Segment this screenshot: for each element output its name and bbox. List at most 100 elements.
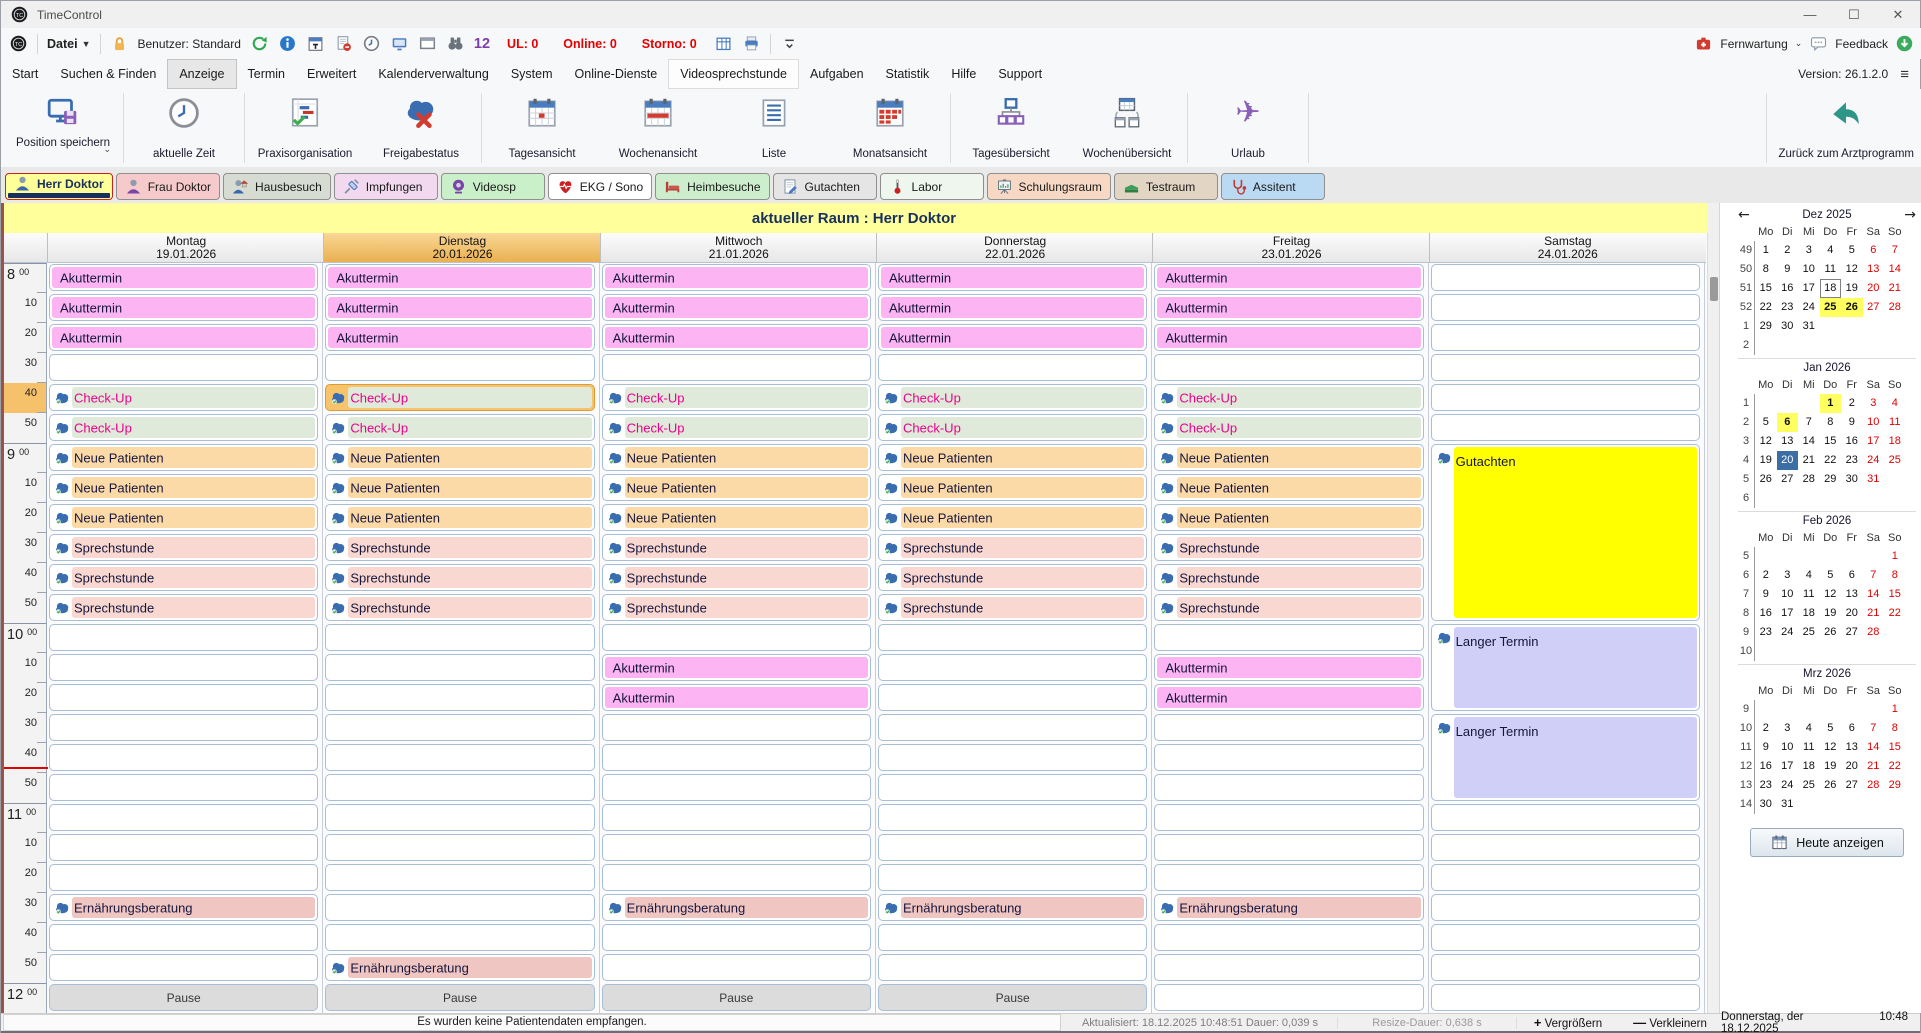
calendar-day[interactable]: 2 xyxy=(1841,394,1863,413)
calendar-day[interactable]: 25 xyxy=(1798,776,1820,795)
appointment-sprechstunde[interactable]: Sprechstunde xyxy=(1154,594,1423,621)
feedback-button[interactable]: Feedback xyxy=(1835,37,1888,51)
appointment-sprechstunde[interactable]: Sprechstunde xyxy=(49,594,318,621)
empty-slot[interactable] xyxy=(325,774,594,801)
info-icon[interactable] xyxy=(278,34,297,53)
appointment-check-up[interactable]: Check-Up xyxy=(1154,414,1423,441)
appointment-check-up[interactable]: Check-Up xyxy=(602,414,871,441)
appointment-sprechstunde[interactable]: Sprechstunde xyxy=(878,564,1147,591)
empty-slot[interactable] xyxy=(878,684,1147,711)
calendar-day[interactable]: 2 xyxy=(1755,719,1777,738)
empty-slot[interactable] xyxy=(1154,984,1423,1011)
calendar-day[interactable]: 15 xyxy=(1755,279,1777,298)
appointment-akuttermin[interactable]: Akuttermin xyxy=(49,294,318,321)
room-tab-impfungen[interactable]: Impfungen xyxy=(334,173,438,200)
calendar-day[interactable]: 6 xyxy=(1841,719,1863,738)
empty-slot[interactable] xyxy=(878,864,1147,891)
appointment-neue-patienten[interactable]: Neue Patienten xyxy=(49,504,318,531)
calendar-day[interactable]: 11 xyxy=(1798,738,1820,757)
appointment-pause[interactable]: Pause xyxy=(602,984,871,1011)
empty-slot[interactable] xyxy=(1154,714,1423,741)
empty-slot[interactable] xyxy=(49,654,318,681)
empty-slot[interactable] xyxy=(49,744,318,771)
appointment-check-up[interactable]: Check-Up xyxy=(325,414,594,441)
menu-item-erweitert[interactable]: Erweitert xyxy=(296,59,367,89)
menu-item-statistik[interactable]: Statistik xyxy=(875,59,941,89)
calendar-day[interactable]: 10 xyxy=(1798,260,1820,279)
appointment-pause[interactable]: Pause xyxy=(325,984,594,1011)
empty-slot[interactable] xyxy=(602,744,871,771)
calendar-day[interactable]: 13 xyxy=(1841,738,1863,757)
calendar-day[interactable]: 13 xyxy=(1841,585,1863,604)
calendar-day[interactable]: 11 xyxy=(1820,260,1842,279)
day-header-freitag[interactable]: Freitag23.01.2026 xyxy=(1152,233,1429,263)
menu-item-system[interactable]: System xyxy=(500,59,564,89)
printer-icon[interactable] xyxy=(742,34,761,53)
calendar-day[interactable]: 5 xyxy=(1841,241,1863,260)
appointment-neue-patienten[interactable]: Neue Patienten xyxy=(602,444,871,471)
calendar-day[interactable]: 15 xyxy=(1884,585,1906,604)
empty-slot[interactable] xyxy=(325,354,594,381)
empty-slot[interactable] xyxy=(49,774,318,801)
appointment-ernaehrungsberatung[interactable]: Ernährungsberatung xyxy=(1154,894,1423,921)
appointment-akuttermin[interactable]: Akuttermin xyxy=(1154,324,1423,351)
appointment-ernaehrungsberatung[interactable]: Ernährungsberatung xyxy=(325,954,594,981)
calendar-day[interactable]: 11 xyxy=(1798,585,1820,604)
calendar-day[interactable]: 11 xyxy=(1884,413,1906,432)
empty-slot[interactable] xyxy=(602,954,871,981)
calendar-day[interactable]: 14 xyxy=(1863,738,1885,757)
empty-slot[interactable] xyxy=(602,624,871,651)
calendar-day[interactable]: 9 xyxy=(1841,413,1863,432)
appointment-sprechstunde[interactable]: Sprechstunde xyxy=(602,594,871,621)
empty-slot[interactable] xyxy=(49,864,318,891)
appointment-sprechstunde[interactable]: Sprechstunde xyxy=(49,534,318,561)
update-icon[interactable] xyxy=(1895,34,1914,53)
appointment-akuttermin[interactable]: Akuttermin xyxy=(878,264,1147,291)
calendar-day[interactable]: 16 xyxy=(1841,432,1863,451)
calendar-day[interactable]: 19 xyxy=(1820,604,1842,623)
empty-slot[interactable] xyxy=(878,624,1147,651)
ribbon-button-tagesansicht[interactable]: Tagesansicht xyxy=(484,89,600,167)
calendar-day[interactable]: 2 xyxy=(1755,566,1777,585)
calendar-day[interactable]: 23 xyxy=(1841,451,1863,470)
calendar-day[interactable]: 1 xyxy=(1820,394,1842,413)
ribbon-button-aktuelle-zeit[interactable]: aktuelle Zeit xyxy=(126,89,242,167)
calendar-day[interactable]: 7 xyxy=(1884,241,1906,260)
chevron-down-icon[interactable]: ⌄ xyxy=(103,144,111,155)
appointment-ernaehrungsberatung[interactable]: Ernährungsberatung xyxy=(602,894,871,921)
ribbon-button-monatsansicht[interactable]: Monatsansicht xyxy=(832,89,948,167)
calendar-day[interactable]: 4 xyxy=(1798,719,1820,738)
calendar-day[interactable]: 14 xyxy=(1863,585,1885,604)
empty-slot[interactable] xyxy=(325,714,594,741)
calendar-day[interactable]: 28 xyxy=(1798,470,1820,489)
calendar-day[interactable]: 19 xyxy=(1841,279,1863,298)
appointment-langer-termin[interactable]: Langer Termin xyxy=(1431,714,1700,801)
empty-slot[interactable] xyxy=(1431,294,1700,321)
menu-item-hilfe[interactable]: Hilfe xyxy=(940,59,987,89)
room-tab-testraum[interactable]: Testraum xyxy=(1114,173,1218,200)
day-header-mittwoch[interactable]: Mittwoch21.01.2026 xyxy=(600,233,877,263)
calendar-day[interactable]: 16 xyxy=(1755,604,1777,623)
empty-slot[interactable] xyxy=(1154,834,1423,861)
calendar-day[interactable]: 26 xyxy=(1755,470,1777,489)
calendar-day[interactable]: 26 xyxy=(1820,776,1842,795)
calendar-day[interactable]: 10 xyxy=(1777,585,1799,604)
appointment-akuttermin[interactable]: Akuttermin xyxy=(602,324,871,351)
day-header-montag[interactable]: Montag19.01.2026 xyxy=(47,233,324,263)
calendar-day[interactable]: 21 xyxy=(1798,451,1820,470)
empty-slot[interactable] xyxy=(1431,834,1700,861)
appointment-neue-patienten[interactable]: Neue Patienten xyxy=(878,444,1147,471)
empty-slot[interactable] xyxy=(1431,324,1700,351)
appointment-check-up[interactable]: Check-Up xyxy=(49,414,318,441)
empty-slot[interactable] xyxy=(1154,354,1423,381)
room-tab-ekg-sono[interactable]: EKG / Sono xyxy=(548,173,652,200)
appointment-neue-patienten[interactable]: Neue Patienten xyxy=(1154,474,1423,501)
calendar-day[interactable]: 20 xyxy=(1841,604,1863,623)
empty-slot[interactable] xyxy=(878,954,1147,981)
calendar-day[interactable]: 17 xyxy=(1863,432,1885,451)
calendar-day[interactable]: 17 xyxy=(1777,757,1799,776)
calendar-day[interactable]: 13 xyxy=(1777,432,1799,451)
appointment-akuttermin[interactable]: Akuttermin xyxy=(602,654,871,681)
room-tab-herr-doktor[interactable]: Herr Doktor xyxy=(5,173,113,200)
room-tab-frau-doktor[interactable]: Frau Doktor xyxy=(116,173,220,200)
